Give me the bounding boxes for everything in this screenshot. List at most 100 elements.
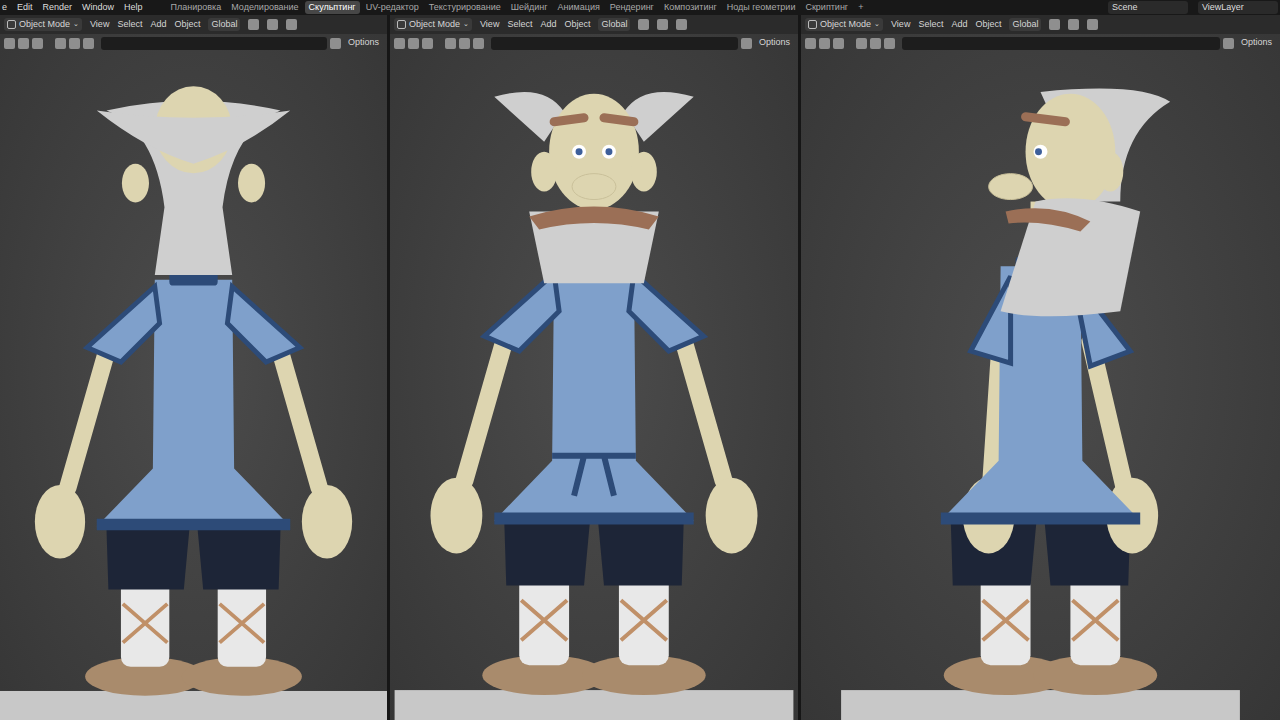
- workspace-tab[interactable]: Текстурирование: [425, 1, 505, 15]
- view-layer-field[interactable]: ViewLayer: [1198, 1, 1278, 15]
- viewport-menu[interactable]: View: [480, 18, 499, 32]
- workspace-tab[interactable]: Моделирование: [227, 1, 302, 15]
- search-field[interactable]: [902, 37, 1220, 50]
- proportional-icon[interactable]: [676, 19, 687, 30]
- app-menu-item[interactable]: Render: [43, 1, 73, 15]
- viewport-canvas[interactable]: [390, 52, 798, 720]
- app-menu-item[interactable]: Window: [82, 1, 114, 15]
- viewport-toolbar: Options: [390, 34, 798, 52]
- proportional-icon[interactable]: [1087, 19, 1098, 30]
- select-mode-icon[interactable]: [422, 38, 433, 49]
- app-menu-item[interactable]: e: [2, 1, 7, 15]
- app-menu-item[interactable]: Help: [124, 1, 143, 15]
- workspace-tabs: ПланировкаМоделированиеСкульптингUV-реда…: [167, 1, 868, 15]
- select-box-icon[interactable]: [4, 38, 15, 49]
- pivot-icon[interactable]: [638, 19, 649, 30]
- workspace-tab[interactable]: UV-редактор: [362, 1, 423, 15]
- blender-window: e Edit Render Window Help ПланировкаМоделиров…: [0, 0, 1280, 720]
- viewport-canvas[interactable]: [801, 52, 1280, 720]
- chevron-icon: ⌄: [874, 19, 880, 30]
- viewport[interactable]: Object Mode⌄ View Select Add Object Global Opt…: [801, 15, 1280, 720]
- viewport-menu[interactable]: Add: [540, 18, 556, 32]
- workspace-tab[interactable]: Планировка: [167, 1, 226, 15]
- mode-icon: [397, 20, 406, 29]
- snap-icon[interactable]: [1068, 19, 1079, 30]
- orientation-select[interactable]: Global: [1009, 18, 1041, 32]
- chevron-icon: ⌄: [463, 19, 469, 30]
- viewport[interactable]: Object Mode⌄ View Select Add Object Global Opt…: [390, 15, 798, 720]
- shading-icon[interactable]: [83, 38, 94, 49]
- mode-select[interactable]: Object Mode⌄: [805, 18, 883, 32]
- shading-icon[interactable]: [69, 38, 80, 49]
- filter-icon[interactable]: [741, 38, 752, 49]
- select-box-icon[interactable]: [805, 38, 816, 49]
- viewport-toolbar: Options: [0, 34, 387, 52]
- mode-icon: [7, 20, 16, 29]
- workspace-tab[interactable]: Скульптинг: [305, 1, 360, 15]
- viewport-menu[interactable]: Add: [150, 18, 166, 32]
- chevron-icon: ⌄: [73, 19, 79, 30]
- viewport-menu[interactable]: Select: [918, 18, 943, 32]
- viewport-canvas[interactable]: [0, 52, 387, 720]
- snap-icon[interactable]: [657, 19, 668, 30]
- pivot-icon[interactable]: [1049, 19, 1060, 30]
- options-button[interactable]: Options: [1237, 36, 1276, 50]
- viewport-header: Object Mode⌄ View Select Add Object Global: [0, 15, 387, 34]
- pedestal: [395, 690, 794, 720]
- viewport-area: Object Mode⌄ View Select Add Object Global Opt…: [0, 15, 1280, 720]
- pivot-icon[interactable]: [248, 19, 259, 30]
- select-mode-icon[interactable]: [18, 38, 29, 49]
- viewport-menu[interactable]: View: [90, 18, 109, 32]
- character-model[interactable]: [390, 52, 798, 720]
- mode-select[interactable]: Object Mode⌄: [394, 18, 472, 32]
- workspace-tab[interactable]: Рендеринг: [606, 1, 658, 15]
- viewport-menu[interactable]: Object: [564, 18, 590, 32]
- shading-icon[interactable]: [473, 38, 484, 49]
- viewport-menu[interactable]: Object: [975, 18, 1001, 32]
- character-model[interactable]: [0, 52, 387, 720]
- viewport-menu[interactable]: Add: [951, 18, 967, 32]
- snap-icon[interactable]: [267, 19, 278, 30]
- select-box-icon[interactable]: [394, 38, 405, 49]
- pedestal: [841, 690, 1240, 720]
- select-mode-icon[interactable]: [408, 38, 419, 49]
- shading-icon[interactable]: [884, 38, 895, 49]
- scene-field[interactable]: Scene: [1108, 1, 1188, 15]
- add-workspace-button[interactable]: +: [854, 1, 867, 15]
- orientation-select[interactable]: Global: [598, 18, 630, 32]
- proportional-icon[interactable]: [286, 19, 297, 30]
- shading-icon[interactable]: [459, 38, 470, 49]
- filter-icon[interactable]: [1223, 38, 1234, 49]
- viewport-menu[interactable]: Object: [174, 18, 200, 32]
- viewport-header: Object Mode⌄ View Select Add Object Global: [801, 15, 1280, 34]
- workspace-tab[interactable]: Анимация: [554, 1, 604, 15]
- select-mode-icon[interactable]: [32, 38, 43, 49]
- mode-icon: [808, 20, 817, 29]
- viewport[interactable]: Object Mode⌄ View Select Add Object Global Opt…: [0, 15, 387, 720]
- workspace-tab[interactable]: Скриптинг: [801, 1, 852, 15]
- shading-icon[interactable]: [445, 38, 456, 49]
- viewport-menu[interactable]: Select: [507, 18, 532, 32]
- search-field[interactable]: [491, 37, 738, 50]
- shading-icon[interactable]: [856, 38, 867, 49]
- options-button[interactable]: Options: [344, 36, 383, 50]
- workspace-tab[interactable]: Ноды геометрии: [723, 1, 800, 15]
- viewport-menu[interactable]: View: [891, 18, 910, 32]
- top-bar: e Edit Render Window Help ПланировкаМоделиров…: [0, 0, 1280, 15]
- filter-icon[interactable]: [330, 38, 341, 49]
- character-model[interactable]: [801, 52, 1280, 720]
- shading-icon[interactable]: [870, 38, 881, 49]
- workspace-tab[interactable]: Композитинг: [660, 1, 721, 15]
- shading-icon[interactable]: [55, 38, 66, 49]
- options-button[interactable]: Options: [755, 36, 794, 50]
- select-mode-icon[interactable]: [833, 38, 844, 49]
- viewport-toolbar: Options: [801, 34, 1280, 52]
- search-field[interactable]: [101, 37, 327, 50]
- orientation-select[interactable]: Global: [208, 18, 240, 32]
- mode-select[interactable]: Object Mode⌄: [4, 18, 82, 32]
- pedestal: [0, 691, 387, 720]
- select-mode-icon[interactable]: [819, 38, 830, 49]
- workspace-tab[interactable]: Шейдинг: [507, 1, 552, 15]
- app-menu-item[interactable]: Edit: [17, 1, 33, 15]
- viewport-menu[interactable]: Select: [117, 18, 142, 32]
